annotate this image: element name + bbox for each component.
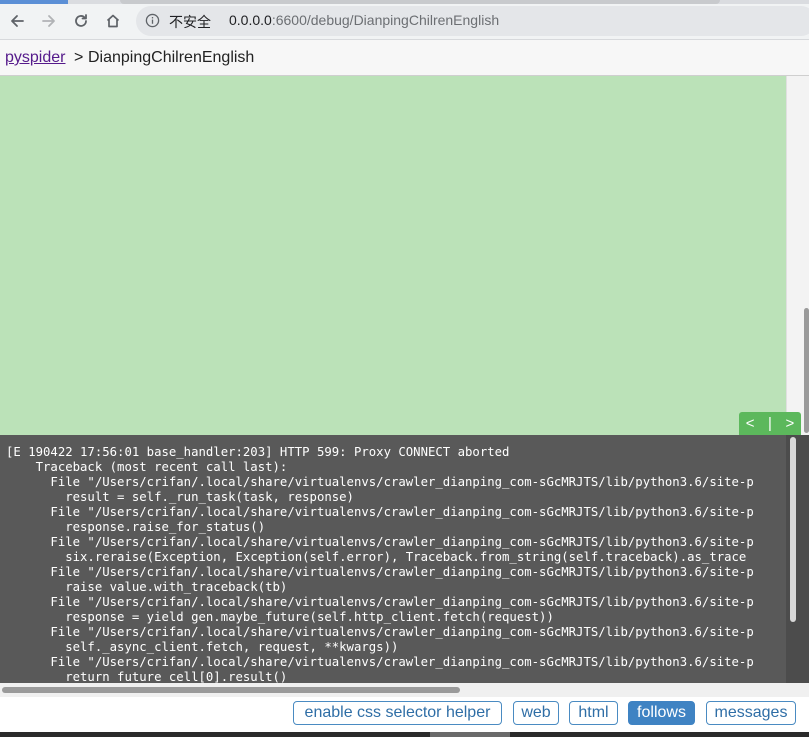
bottom-edge	[0, 732, 809, 737]
preview-scrollbar-thumb[interactable]	[804, 308, 809, 433]
console-scrollbar-thumb[interactable]	[790, 437, 796, 622]
reload-button[interactable]	[69, 9, 93, 33]
html-button[interactable]: html	[569, 701, 618, 725]
forward-button[interactable]	[37, 9, 61, 33]
pager-divider: |	[768, 415, 772, 432]
follows-button[interactable]: follows	[628, 701, 695, 725]
reload-icon	[75, 14, 87, 27]
console-vertical-scrollbar[interactable]	[786, 435, 809, 683]
back-arrow-icon	[11, 15, 24, 27]
url-host: 0.0.0.0	[229, 12, 272, 28]
messages-button[interactable]: messages	[706, 701, 796, 725]
action-bar: enable css selector helper web html foll…	[0, 697, 809, 732]
console-text: [E 190422 17:56:01 base_handler:203] HTT…	[6, 445, 754, 683]
url-text[interactable]: 0.0.0.0:6600/debug/DianpingChilrenEnglis…	[229, 12, 499, 28]
back-button[interactable]	[5, 9, 29, 33]
home-button[interactable]	[101, 9, 125, 33]
horizontal-scrollbar-thumb[interactable]	[2, 687, 460, 693]
bottom-edge-highlight	[430, 732, 510, 737]
home-icon	[106, 14, 120, 28]
preview-scrollbar[interactable]	[786, 76, 809, 435]
enable-css-selector-helper-button[interactable]: enable css selector helper	[293, 701, 502, 725]
security-label[interactable]: 不安全	[169, 12, 211, 32]
console-output[interactable]: [E 190422 17:56:01 base_handler:203] HTT…	[0, 435, 786, 683]
info-icon[interactable]	[145, 13, 160, 28]
project-title: DianpingChilrenEnglish	[88, 49, 255, 66]
web-button[interactable]: web	[513, 701, 559, 725]
prev-button[interactable]: <	[746, 415, 755, 432]
next-button[interactable]: >	[785, 415, 794, 432]
pager: < | >	[739, 412, 801, 435]
address-bar[interactable]: 不安全 0.0.0.0:6600/debug/DianpingChilrenEn…	[136, 6, 809, 36]
console-horizontal-scrollbar[interactable]	[0, 683, 809, 697]
browser-toolbar: 不安全 0.0.0.0:6600/debug/DianpingChilrenEn…	[0, 4, 809, 40]
breadcrumb-root-link[interactable]: pyspider	[5, 49, 65, 67]
forward-arrow-icon	[42, 15, 55, 27]
page-preview[interactable]	[0, 76, 786, 435]
breadcrumb: pyspider > DianpingChilrenEnglish	[0, 40, 809, 76]
breadcrumb-separator: >	[74, 49, 84, 66]
url-path: :6600/debug/DianpingChilrenEnglish	[271, 12, 500, 28]
